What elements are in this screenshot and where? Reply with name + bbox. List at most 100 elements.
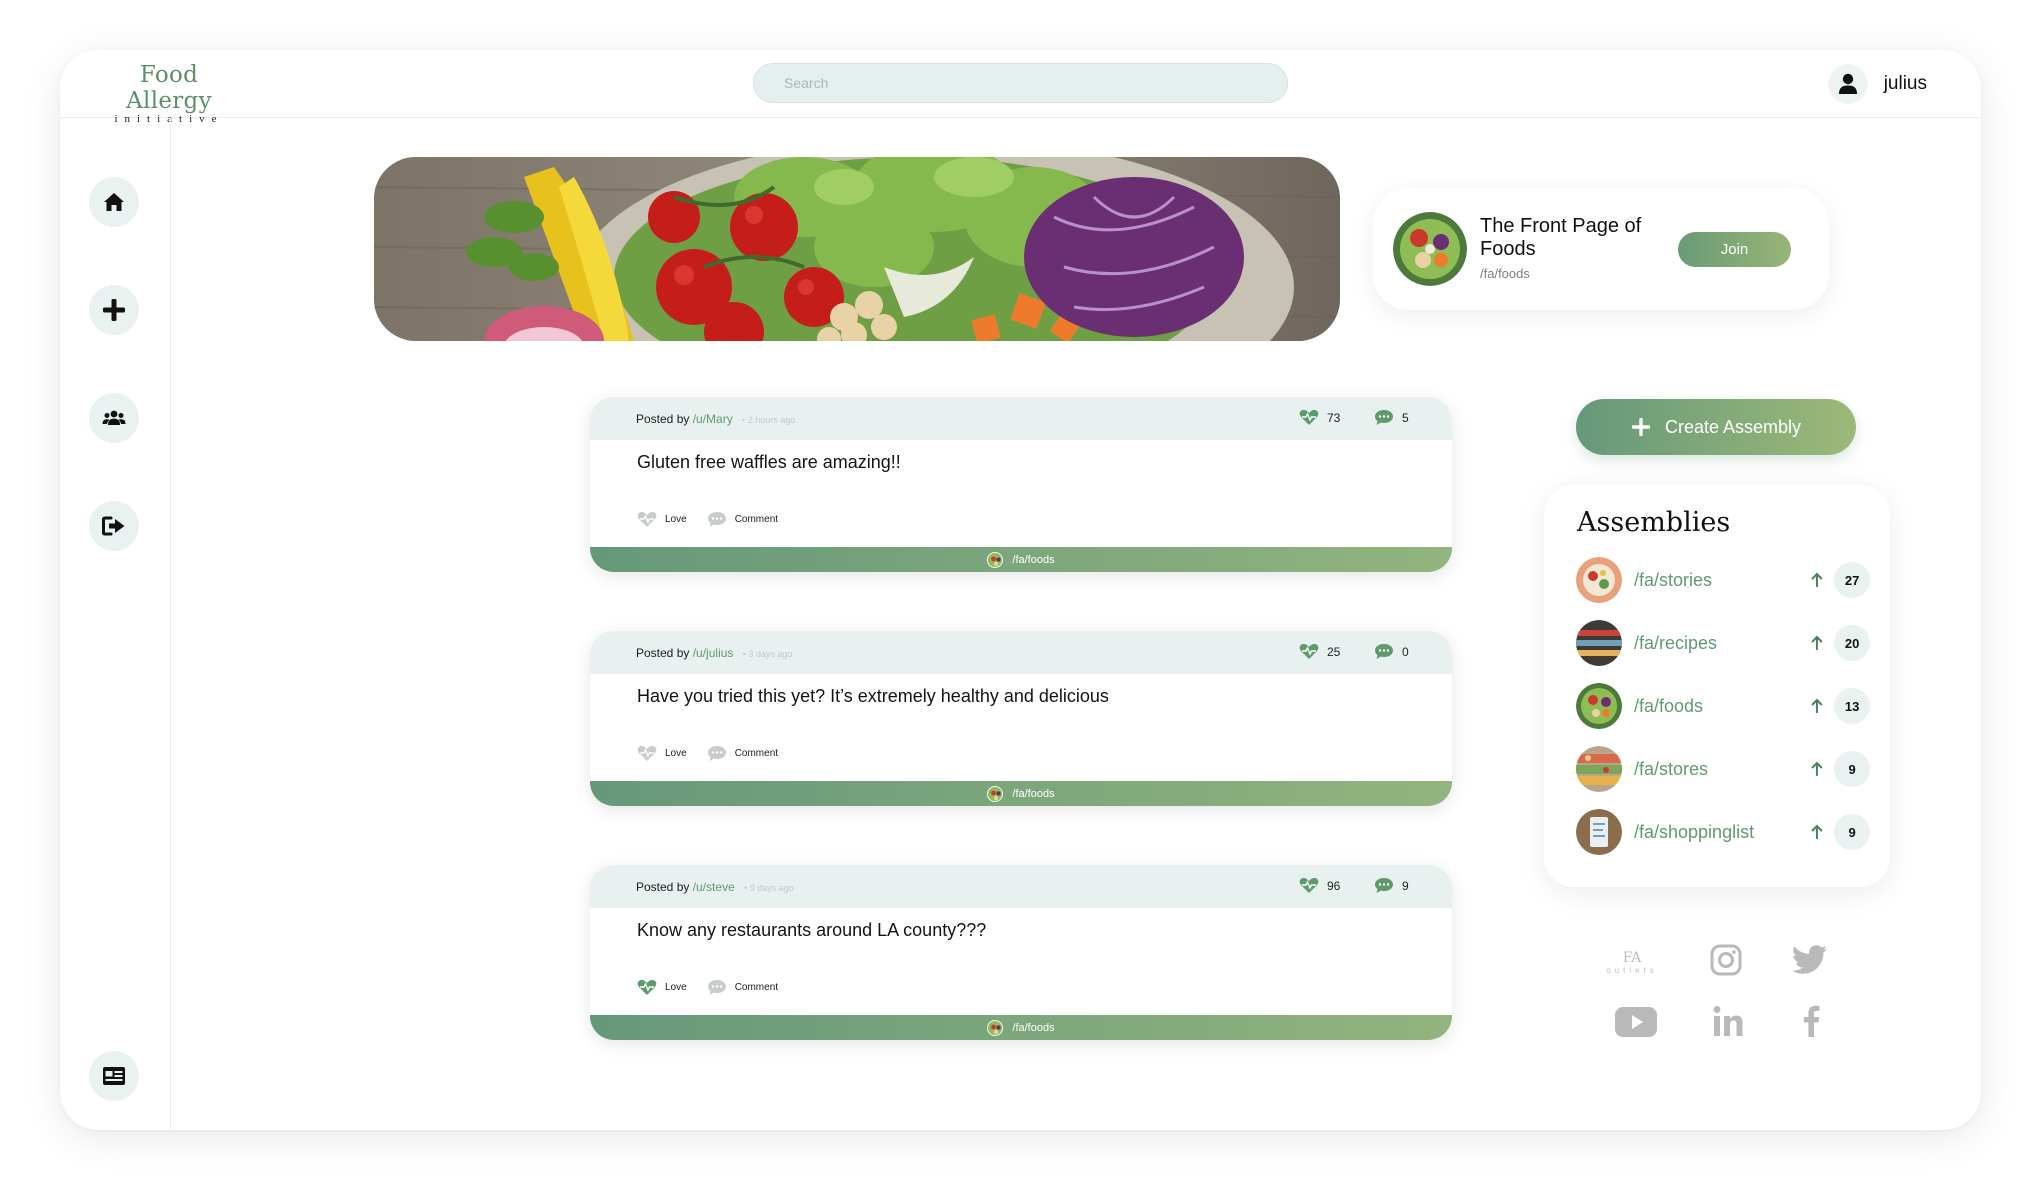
assembly-item-stores[interactable]: /fa/stores 9 bbox=[1576, 746, 1870, 792]
community-card: The Front Page of Foods /fa/foods Join bbox=[1373, 188, 1829, 310]
love-button[interactable]: Love bbox=[637, 511, 687, 528]
nav-news-button[interactable] bbox=[89, 1051, 139, 1101]
linkedin-icon bbox=[1713, 1006, 1743, 1036]
post-header: Posted by /u/julius • 3 days ago 25 0 bbox=[590, 631, 1452, 674]
fa-outlets-logo[interactable]: FA outlets bbox=[1597, 950, 1667, 975]
community-avatar bbox=[987, 551, 1004, 568]
twitter-link[interactable] bbox=[1792, 945, 1828, 980]
heart-icon bbox=[1299, 643, 1319, 659]
arrow-up-icon bbox=[1811, 572, 1824, 587]
assembly-name: /fa/stories bbox=[1634, 569, 1713, 590]
post-time: • 2 hours ago bbox=[742, 415, 796, 425]
assembly-item-recipes[interactable]: /fa/recipes 20 bbox=[1576, 620, 1870, 666]
youtube-link[interactable] bbox=[1615, 1007, 1657, 1042]
post-community-name: /fa/foods bbox=[1012, 787, 1055, 800]
post-community-name: /fa/foods bbox=[1012, 1021, 1055, 1034]
instagram-link[interactable] bbox=[1710, 944, 1742, 981]
post-community-bar[interactable]: /fa/foods bbox=[590, 1015, 1452, 1040]
assembly-name: /fa/stores bbox=[1634, 758, 1709, 779]
instagram-icon bbox=[1710, 944, 1742, 976]
youtube-icon bbox=[1615, 1007, 1657, 1037]
heart-icon bbox=[637, 979, 657, 995]
posted-by-label: Posted by bbox=[636, 880, 690, 894]
salad-bowl-image bbox=[1393, 212, 1467, 286]
community-avatar[interactable] bbox=[1393, 212, 1467, 286]
create-assembly-label: Create Assembly bbox=[1664, 416, 1802, 437]
comment-icon bbox=[1375, 644, 1393, 659]
nav-home-button[interactable] bbox=[89, 177, 139, 227]
post-time: • 9 days ago bbox=[744, 883, 794, 893]
sidebar bbox=[60, 118, 171, 1130]
comment-icon bbox=[707, 980, 726, 995]
assembly-item-stories[interactable]: /fa/stories 27 bbox=[1576, 557, 1870, 603]
comment-count: 9 bbox=[1374, 877, 1409, 894]
love-button[interactable]: Love bbox=[637, 745, 687, 762]
posted-by-label: Posted by bbox=[636, 412, 690, 426]
heart-icon bbox=[1299, 877, 1319, 893]
assembly-name: /fa/foods bbox=[1634, 695, 1704, 716]
user-icon bbox=[1838, 73, 1857, 94]
create-assembly-button[interactable]: Create Assembly bbox=[1576, 399, 1856, 455]
post-community-name: /fa/foods bbox=[1012, 553, 1055, 566]
post-card[interactable]: Posted by /u/julius • 3 days ago 25 0 Ha… bbox=[590, 631, 1452, 806]
assembly-item-shoppinglist[interactable]: /fa/shoppinglist 9 bbox=[1576, 809, 1870, 855]
comment-icon bbox=[1375, 410, 1393, 425]
arrow-up-icon bbox=[1811, 635, 1824, 650]
comment-icon bbox=[1375, 878, 1393, 893]
assembly-avatar bbox=[1576, 557, 1622, 603]
post-card[interactable]: Posted by /u/Mary • 2 hours ago 73 5 Glu… bbox=[590, 397, 1452, 572]
plus-icon bbox=[103, 299, 125, 321]
arrow-up-icon bbox=[1811, 761, 1824, 776]
logout-icon bbox=[102, 516, 125, 536]
nav-create-button[interactable] bbox=[89, 285, 139, 335]
nav-logout-button[interactable] bbox=[89, 501, 139, 551]
facebook-icon bbox=[1803, 1005, 1820, 1037]
assembly-count: 9 bbox=[1834, 814, 1870, 850]
assembly-count: 27 bbox=[1834, 562, 1870, 598]
linkedin-link[interactable] bbox=[1713, 1005, 1743, 1042]
avatar[interactable] bbox=[1827, 64, 1868, 104]
comment-count: 5 bbox=[1374, 409, 1409, 426]
home-icon bbox=[104, 193, 124, 211]
twitter-icon bbox=[1792, 945, 1827, 974]
comment-count: 0 bbox=[1374, 643, 1409, 660]
post-title[interactable]: Gluten free waffles are amazing!! bbox=[637, 452, 901, 473]
love-button[interactable]: Love bbox=[637, 979, 687, 996]
assembly-avatar bbox=[1576, 809, 1622, 855]
post-header: Posted by /u/steve • 9 days ago 96 9 bbox=[590, 865, 1452, 908]
username: julius bbox=[1883, 73, 1927, 94]
post-author-link[interactable]: /u/Mary bbox=[693, 412, 733, 426]
post-community-bar[interactable]: /fa/foods bbox=[590, 781, 1452, 806]
post-actions: Love Comment bbox=[637, 979, 798, 996]
assembly-item-foods[interactable]: /fa/foods 13 bbox=[1576, 683, 1870, 729]
facebook-link[interactable] bbox=[1802, 1005, 1820, 1042]
post-title[interactable]: Know any restaurants around LA county??? bbox=[637, 920, 986, 941]
join-button[interactable]: Join bbox=[1678, 232, 1791, 267]
community-avatar bbox=[987, 1019, 1004, 1036]
post-community-bar[interactable]: /fa/foods bbox=[590, 547, 1452, 572]
assembly-count: 9 bbox=[1834, 751, 1870, 787]
assembly-avatar bbox=[1576, 620, 1622, 666]
assembly-count: 13 bbox=[1834, 688, 1870, 724]
comment-button[interactable]: Comment bbox=[707, 745, 778, 762]
app-window: Food Allergy initiative julius bbox=[60, 50, 1981, 1130]
post-meta: Posted by /u/Mary • 2 hours ago bbox=[636, 412, 795, 426]
assembly-avatar bbox=[1576, 746, 1622, 792]
logo[interactable]: Food Allergy initiative bbox=[94, 62, 244, 125]
user-menu[interactable]: julius bbox=[1827, 64, 1927, 104]
heart-icon bbox=[637, 511, 657, 527]
nav-groups-button[interactable] bbox=[89, 393, 139, 443]
top-bar: Food Allergy initiative julius bbox=[60, 50, 1981, 125]
post-card[interactable]: Posted by /u/steve • 9 days ago 96 9 Kno… bbox=[590, 865, 1452, 1040]
love-count: 25 bbox=[1299, 643, 1340, 660]
post-author-link[interactable]: /u/steve bbox=[693, 880, 735, 894]
comment-button[interactable]: Comment bbox=[707, 511, 778, 528]
post-title[interactable]: Have you tried this yet? It’s extremely … bbox=[637, 686, 1109, 707]
post-header: Posted by /u/Mary • 2 hours ago 73 5 bbox=[590, 397, 1452, 440]
salad-illustration bbox=[374, 157, 1340, 341]
arrow-up-icon bbox=[1811, 698, 1824, 713]
comment-button[interactable]: Comment bbox=[707, 979, 778, 996]
post-author-link[interactable]: /u/julius bbox=[693, 646, 734, 660]
arrow-up-icon bbox=[1811, 824, 1824, 839]
search-input[interactable] bbox=[753, 63, 1288, 103]
